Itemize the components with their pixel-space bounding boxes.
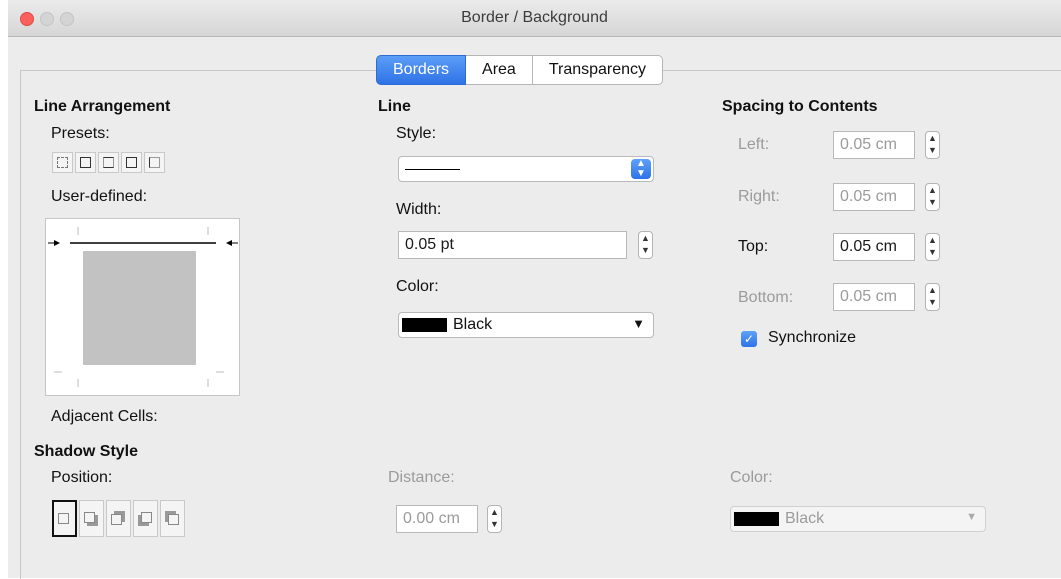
style-label: Style:	[396, 125, 437, 142]
left-spacing-stepper[interactable]: ▲ ▼	[925, 131, 940, 159]
preset-outer-all-inner-button[interactable]	[121, 152, 142, 173]
select-arrows-icon: ▲ ▼	[631, 159, 651, 179]
preset-outer-horizontal-button[interactable]	[98, 152, 119, 173]
width-stepper[interactable]: ▲ ▼	[638, 231, 653, 259]
shadow-style-heading: Shadow Style	[34, 443, 139, 460]
user-defined-label: User-defined:	[51, 188, 148, 205]
shadow-color-label: Color:	[730, 469, 773, 486]
preset-none-button[interactable]	[52, 152, 73, 173]
shadow-none-button[interactable]	[52, 500, 77, 537]
shadow-color-swatch	[734, 512, 779, 526]
shadow-top-right-button[interactable]	[106, 500, 131, 537]
synchronize-checkbox[interactable]: ✓	[741, 331, 757, 347]
tab-borders[interactable]: Borders	[376, 55, 467, 85]
shadow-bottom-right-button[interactable]	[79, 500, 104, 537]
preset-outer-border-button[interactable]	[75, 152, 96, 173]
shadow-distance-field[interactable]: 0.00 cm	[396, 505, 478, 533]
bottom-spacing-field[interactable]: 0.05 cm	[833, 283, 915, 311]
width-field[interactable]: 0.05 pt	[398, 231, 627, 259]
chevron-down-icon: ▼	[632, 316, 645, 331]
synchronize-label: Synchronize	[768, 329, 857, 346]
shadow-color-select[interactable]: Black ▼	[730, 506, 986, 532]
border-preview-icon	[48, 227, 238, 387]
color-label: Color:	[396, 278, 439, 295]
left-spacing-field[interactable]: 0.05 cm	[833, 131, 915, 159]
line-color-value: Black	[453, 316, 493, 333]
spacing-heading: Spacing to Contents	[722, 98, 878, 115]
bottom-spacing-stepper[interactable]: ▲ ▼	[925, 283, 940, 311]
line-arrangement-heading: Line Arrangement	[34, 98, 171, 115]
right-spacing-stepper[interactable]: ▲ ▼	[925, 183, 940, 211]
preset-outer-no-inner-button[interactable]	[144, 152, 165, 173]
adjacent-cells-label: Adjacent Cells:	[51, 408, 158, 425]
left-label: Left:	[738, 136, 770, 153]
top-spacing-field[interactable]: 0.05 cm	[833, 233, 915, 261]
bottom-label: Bottom:	[738, 289, 794, 306]
tab-bar: Borders Area Transparency	[376, 55, 664, 85]
shadow-distance-stepper[interactable]: ▲ ▼	[487, 505, 502, 533]
window-title: Border / Background	[461, 9, 608, 26]
shadow-positions-group	[52, 500, 185, 537]
line-heading: Line	[378, 98, 411, 115]
presets-group	[52, 152, 165, 173]
shadow-color-value: Black	[785, 510, 825, 527]
user-defined-border-editor[interactable]	[45, 218, 240, 396]
line-style-sample	[405, 169, 460, 170]
tab-area[interactable]: Area	[466, 55, 533, 85]
chevron-down-icon: ▼	[966, 511, 977, 523]
right-spacing-field[interactable]: 0.05 cm	[833, 183, 915, 211]
presets-label: Presets:	[51, 125, 110, 142]
shadow-position-label: Position:	[51, 469, 113, 486]
shadow-bottom-left-button[interactable]	[133, 500, 158, 537]
line-style-select[interactable]: ▲ ▼	[398, 156, 654, 182]
line-color-select[interactable]: Black ▼	[398, 312, 654, 338]
shadow-top-left-button[interactable]	[160, 500, 185, 537]
distance-label: Distance:	[388, 469, 455, 486]
top-spacing-stepper[interactable]: ▲ ▼	[925, 233, 940, 261]
title-bar: Border / Background	[8, 0, 1061, 37]
right-label: Right:	[738, 188, 780, 205]
tab-transparency[interactable]: Transparency	[532, 55, 664, 85]
top-label: Top:	[738, 238, 769, 255]
width-label: Width:	[396, 201, 442, 218]
color-swatch	[402, 318, 447, 332]
